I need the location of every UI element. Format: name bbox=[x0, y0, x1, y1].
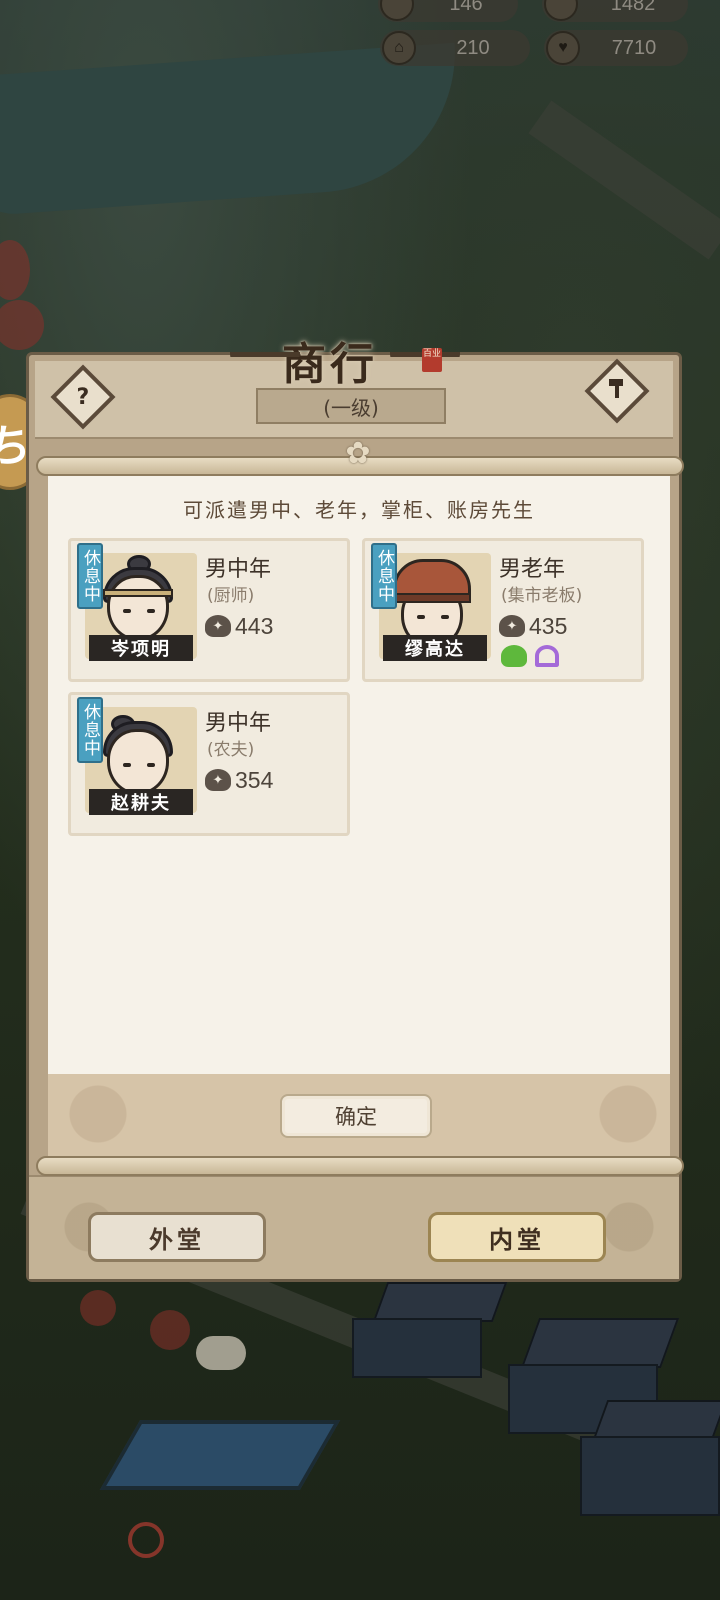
tree bbox=[80, 1290, 116, 1326]
resource-icon bbox=[380, 0, 414, 21]
house-roof bbox=[520, 1318, 680, 1368]
eye bbox=[123, 763, 131, 767]
worker-job: (集市老板) bbox=[501, 586, 583, 606]
power-icon: ✦ bbox=[205, 615, 231, 637]
hammer-icon bbox=[605, 376, 629, 406]
face bbox=[107, 575, 169, 641]
worker-card[interactable]: 岑项明 休息中 男中年 (厨师) ✦ 443 bbox=[68, 538, 350, 682]
tab-inner-hall[interactable]: 内堂 bbox=[428, 1212, 606, 1262]
eye bbox=[417, 615, 425, 619]
worker-card[interactable]: 赵耕夫 休息中 男中年 (农夫) ✦ 354 bbox=[68, 692, 350, 836]
worker-job: (农夫) bbox=[207, 740, 255, 760]
worker-power: ✦ 435 bbox=[499, 611, 567, 641]
worker-card[interactable]: 缪高达 休息中 男老年 (集市老板) ✦ 435 bbox=[362, 538, 644, 682]
no-entry-icon[interactable] bbox=[128, 1522, 164, 1558]
title-seal: 百业 bbox=[422, 348, 442, 372]
pond bbox=[99, 1420, 341, 1490]
tab-outer-hall[interactable]: 外堂 bbox=[88, 1212, 266, 1262]
worker-name: 岑项明 bbox=[89, 635, 193, 661]
eye bbox=[147, 763, 155, 767]
hat-band bbox=[393, 593, 471, 603]
power-icon: ✦ bbox=[205, 769, 231, 791]
worker-role: 男中年 bbox=[205, 557, 272, 582]
heart-icon: ♥ bbox=[546, 31, 580, 65]
hud-resource-2[interactable]: 1482 bbox=[542, 0, 688, 22]
resource-value: 146 bbox=[449, 0, 483, 15]
confirm-button[interactable]: 确定 bbox=[280, 1094, 432, 1138]
worker-traits bbox=[501, 645, 559, 667]
headband bbox=[103, 589, 173, 597]
worker-role: 男老年 bbox=[499, 557, 566, 582]
heart-count-value: 7710 bbox=[611, 36, 657, 59]
hud-heart-count[interactable]: ♥ 7710 bbox=[544, 30, 688, 66]
power-value: 443 bbox=[235, 612, 274, 639]
face bbox=[107, 729, 169, 795]
house bbox=[352, 1318, 482, 1378]
house bbox=[580, 1436, 720, 1516]
power-value: 435 bbox=[529, 612, 568, 639]
power-icon: ✦ bbox=[499, 615, 525, 637]
hud-building-count[interactable]: ⌂ 210 bbox=[380, 30, 530, 66]
resource-value: 1482 bbox=[610, 0, 656, 15]
speech-bubble-icon[interactable] bbox=[196, 1336, 246, 1370]
worker-name: 缪高达 bbox=[383, 635, 487, 661]
building-count-value: 210 bbox=[456, 36, 490, 59]
worker-role: 男中年 bbox=[205, 711, 272, 736]
status-badge: 休息中 bbox=[371, 543, 397, 609]
green-figure-icon[interactable] bbox=[501, 645, 527, 667]
eye bbox=[441, 615, 449, 619]
title-swirl-left bbox=[230, 352, 300, 364]
scroll-rod-bottom bbox=[36, 1156, 684, 1176]
worker-job: (厨师) bbox=[207, 586, 255, 606]
eye bbox=[147, 609, 155, 613]
power-value: 354 bbox=[235, 766, 274, 793]
worker-name: 赵耕夫 bbox=[89, 789, 193, 815]
status-badge: 休息中 bbox=[77, 697, 103, 763]
question-icon: ? bbox=[76, 384, 90, 410]
dispatch-hint: 可派遣男中、老年，掌柜、账房先生 bbox=[183, 498, 535, 522]
worker-power: ✦ 443 bbox=[205, 611, 273, 641]
house-roof bbox=[592, 1400, 720, 1440]
scroll-knot-icon: ✿ bbox=[345, 436, 371, 471]
building-level: (一级) bbox=[256, 388, 446, 424]
hud-resource-1[interactable]: 146 bbox=[378, 0, 518, 22]
worker-power: ✦ 354 bbox=[205, 765, 273, 795]
purple-head-icon[interactable] bbox=[535, 645, 559, 667]
eye bbox=[123, 609, 131, 613]
building-icon: ⌂ bbox=[382, 31, 416, 65]
tree bbox=[150, 1310, 190, 1350]
status-badge: 休息中 bbox=[77, 543, 103, 609]
resource-icon bbox=[544, 0, 578, 21]
house-roof bbox=[372, 1282, 508, 1322]
